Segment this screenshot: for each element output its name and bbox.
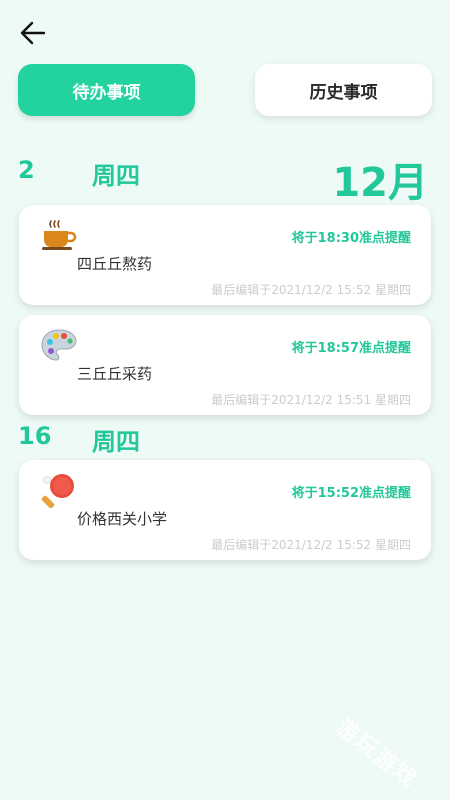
paint-palette-icon (41, 327, 77, 363)
tab-bar: 待办事项 历史事项 (18, 64, 432, 116)
reminder-title: 价格西关小学 (77, 510, 168, 528)
date-weekday: 周四 (92, 162, 140, 190)
ping-pong-paddle-icon (41, 472, 77, 509)
watermark: 游玩游戏 (330, 714, 422, 794)
last-edited: 最后编辑于2021/12/2 15:52 星期四 (211, 538, 411, 552)
page: 待办事项 历史事项 2 周四 12月 将于18:30准点提醒 四丘丘熬药 最后编… (0, 0, 450, 800)
arrow-left-icon (20, 21, 46, 45)
reminder-title: 三丘丘采药 (77, 365, 153, 383)
month-label: 12月 (332, 160, 428, 206)
reminder-title: 四丘丘熬药 (77, 255, 153, 273)
reminder-card[interactable]: 将于18:57准点提醒 三丘丘采药 最后编辑于2021/12/2 15:51 星… (19, 315, 431, 415)
coffee-cup-icon (41, 217, 77, 253)
date-day: 16 (18, 422, 52, 450)
back-button[interactable] (16, 16, 50, 50)
tab-history[interactable]: 历史事项 (255, 64, 432, 116)
tab-todo[interactable]: 待办事项 (18, 64, 195, 116)
remind-time: 将于18:57准点提醒 (291, 341, 411, 356)
remind-time: 将于15:52准点提醒 (291, 486, 411, 501)
date-day: 2 (18, 156, 35, 184)
date-weekday: 周四 (92, 428, 140, 456)
reminder-card[interactable]: 将于18:30准点提醒 四丘丘熬药 最后编辑于2021/12/2 15:52 星… (19, 205, 431, 305)
last-edited: 最后编辑于2021/12/2 15:51 星期四 (211, 393, 411, 407)
last-edited: 最后编辑于2021/12/2 15:52 星期四 (211, 283, 411, 297)
reminder-card[interactable]: 将于15:52准点提醒 价格西关小学 最后编辑于2021/12/2 15:52 … (19, 460, 431, 560)
remind-time: 将于18:30准点提醒 (291, 231, 411, 246)
